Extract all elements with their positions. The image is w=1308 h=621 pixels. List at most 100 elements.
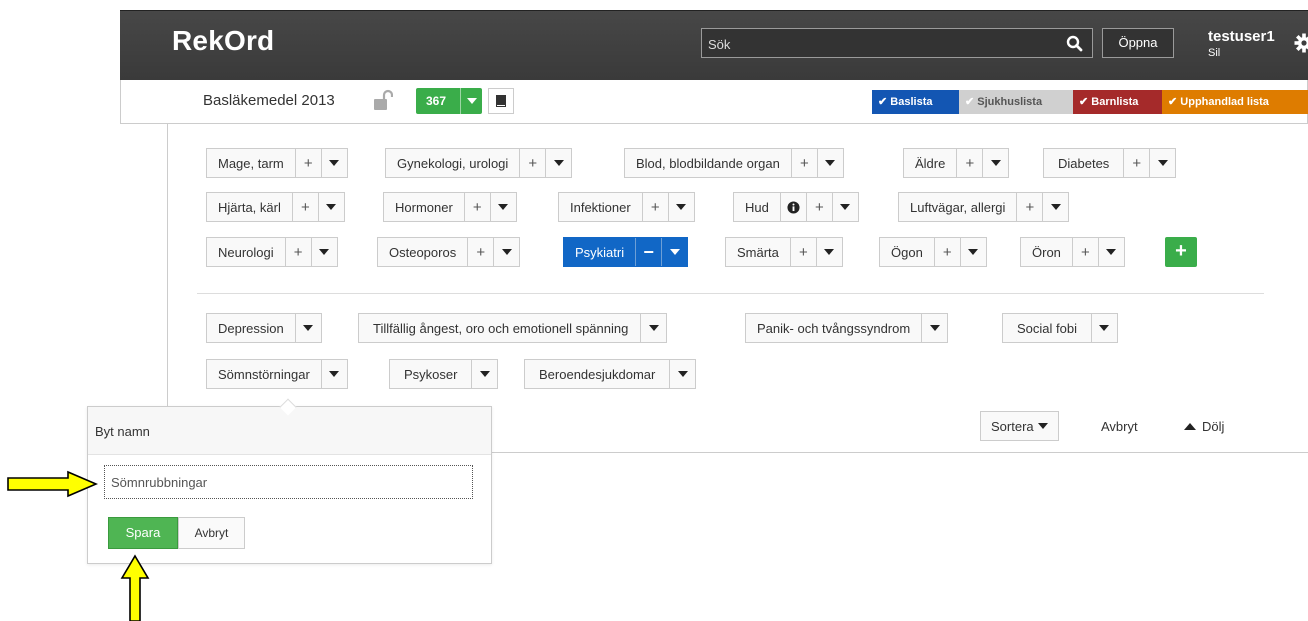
plus-icon[interactable]: + <box>463 193 490 221</box>
chevron-down-icon[interactable] <box>669 360 695 388</box>
chevron-down-icon[interactable] <box>815 238 842 266</box>
chevron-down-icon[interactable] <box>667 193 694 221</box>
plus-icon[interactable]: + <box>956 149 982 177</box>
subcategory-label[interactable]: Panik- och tvångssyndrom <box>746 314 921 342</box>
chevron-down-icon[interactable] <box>982 149 1008 177</box>
category-label[interactable]: Gynekologi, urologi <box>386 149 519 177</box>
category-chip[interactable]: Hjärta, kärl + <box>206 192 345 222</box>
plus-icon[interactable]: + <box>467 238 493 266</box>
chevron-down-icon[interactable] <box>640 314 666 342</box>
chevron-down-icon[interactable] <box>1149 149 1175 177</box>
unlock-icon[interactable] <box>373 89 393 111</box>
hide-link[interactable]: Dölj <box>1184 419 1224 434</box>
category-chip[interactable]: Gynekologi, urologi + <box>385 148 573 178</box>
chevron-down-icon[interactable] <box>959 238 986 266</box>
subcategory-label[interactable]: Tillfällig ångest, oro och emotionell sp… <box>359 314 640 342</box>
category-label[interactable]: Infektioner <box>559 193 642 221</box>
category-chip[interactable]: Smärta + <box>725 237 843 267</box>
category-chip[interactable]: Diabetes + <box>1043 148 1177 178</box>
list-tag-barnlista[interactable]: ✔ Barnlista <box>1073 90 1162 114</box>
category-chip[interactable]: Neurologi + <box>206 237 338 267</box>
plus-icon[interactable]: + <box>790 149 817 177</box>
category-label[interactable]: Äldre <box>904 149 956 177</box>
category-chip[interactable]: Hud + <box>733 192 859 222</box>
sort-button[interactable]: Sortera <box>980 411 1059 441</box>
plus-icon[interactable]: + <box>641 193 668 221</box>
category-chip-active[interactable]: Psykiatri − <box>563 237 689 267</box>
subcategory-chip[interactable]: Beroendesjukdomar <box>524 359 697 389</box>
chevron-down-icon[interactable] <box>294 314 321 342</box>
category-chip[interactable]: Blod, blodbildande organ + <box>624 148 844 178</box>
category-label[interactable]: Psykiatri <box>564 238 635 266</box>
category-label[interactable]: Mage, tarm <box>207 149 295 177</box>
category-chip[interactable]: Infektioner + <box>558 192 695 222</box>
subcategory-chip[interactable]: Social fobi <box>1002 313 1118 343</box>
chevron-down-icon[interactable] <box>661 238 687 266</box>
open-button[interactable]: Öppna <box>1102 28 1174 58</box>
chevron-down-icon[interactable] <box>489 193 516 221</box>
chevron-down-icon[interactable] <box>460 88 482 114</box>
plus-icon[interactable]: + <box>1016 193 1042 221</box>
list-tag-upphandlad[interactable]: ✔ Upphandlad lista <box>1162 90 1308 114</box>
chevron-down-icon[interactable] <box>320 149 347 177</box>
book-button[interactable] <box>488 88 514 114</box>
plus-icon[interactable]: + <box>1071 238 1098 266</box>
subcategory-chip[interactable]: Depression <box>206 313 322 343</box>
category-chip[interactable]: Mage, tarm + <box>206 148 348 178</box>
plus-icon[interactable]: + <box>1123 149 1149 177</box>
plus-icon[interactable]: + <box>519 149 545 177</box>
plus-icon[interactable]: + <box>805 193 832 221</box>
search-input[interactable]: Sök <box>701 28 1093 58</box>
chevron-down-icon[interactable] <box>320 360 347 388</box>
save-button[interactable]: Spara <box>108 517 178 549</box>
subcategory-chip[interactable]: Tillfällig ångest, oro och emotionell sp… <box>358 313 668 343</box>
cancel-button[interactable]: Avbryt <box>178 517 245 549</box>
chevron-down-icon[interactable] <box>310 238 337 266</box>
search-icon[interactable] <box>1065 34 1085 54</box>
chevron-down-icon[interactable] <box>816 149 843 177</box>
subcategory-label[interactable]: Depression <box>207 314 295 342</box>
chevron-down-icon[interactable] <box>831 193 858 221</box>
chevron-down-icon[interactable] <box>921 314 947 342</box>
category-label[interactable]: Neurologi <box>207 238 285 266</box>
add-category-button[interactable]: + <box>1165 237 1197 267</box>
gear-icon[interactable] <box>1294 33 1308 53</box>
chevron-down-icon[interactable] <box>471 360 497 388</box>
subcategory-label[interactable]: Beroendesjukdomar <box>525 360 669 388</box>
plus-icon[interactable]: + <box>284 238 311 266</box>
list-tag-baslista[interactable]: ✔ Baslista <box>872 90 959 114</box>
cancel-link[interactable]: Avbryt <box>1101 419 1138 434</box>
category-label[interactable]: Osteoporos <box>378 238 467 266</box>
chevron-down-icon[interactable] <box>545 149 571 177</box>
plus-icon[interactable]: + <box>294 149 321 177</box>
chevron-down-icon[interactable] <box>317 193 344 221</box>
plus-icon[interactable]: + <box>291 193 318 221</box>
minus-icon[interactable]: − <box>635 238 661 266</box>
subcategory-label[interactable]: Sömnstörningar <box>207 360 321 388</box>
username[interactable]: testuser1 <box>1208 28 1275 45</box>
subcategory-label[interactable]: Social fobi <box>1003 314 1091 342</box>
plus-icon[interactable]: + <box>789 238 816 266</box>
category-chip[interactable]: Öron + <box>1020 237 1125 267</box>
category-label[interactable]: Hormoner <box>384 193 464 221</box>
category-label[interactable]: Blod, blodbildande organ <box>625 149 791 177</box>
subcategory-chip[interactable]: Psykoser <box>389 359 499 389</box>
subcategory-label[interactable]: Psykoser <box>390 360 471 388</box>
category-label[interactable]: Hud <box>734 193 780 221</box>
chevron-down-icon[interactable] <box>493 238 519 266</box>
category-label[interactable]: Öron <box>1021 238 1072 266</box>
category-chip[interactable]: Äldre + <box>903 148 1010 178</box>
category-chip[interactable]: Luftvägar, allergi + <box>898 192 1070 222</box>
chevron-down-icon[interactable] <box>1090 314 1117 342</box>
app-logo[interactable]: RekOrd <box>172 25 274 57</box>
category-label[interactable]: Hjärta, kärl <box>207 193 292 221</box>
category-label[interactable]: Ögon <box>880 238 934 266</box>
chevron-down-icon[interactable] <box>1042 193 1068 221</box>
category-chip[interactable]: Ögon + <box>879 237 987 267</box>
category-label[interactable]: Luftvägar, allergi <box>899 193 1016 221</box>
category-chip[interactable]: Hormoner + <box>383 192 517 222</box>
chevron-down-icon[interactable] <box>1097 238 1124 266</box>
plus-icon[interactable]: + <box>933 238 960 266</box>
list-tag-sjukhuslista[interactable]: ✔ Sjukhuslista <box>959 90 1073 114</box>
rename-input[interactable] <box>104 465 473 499</box>
